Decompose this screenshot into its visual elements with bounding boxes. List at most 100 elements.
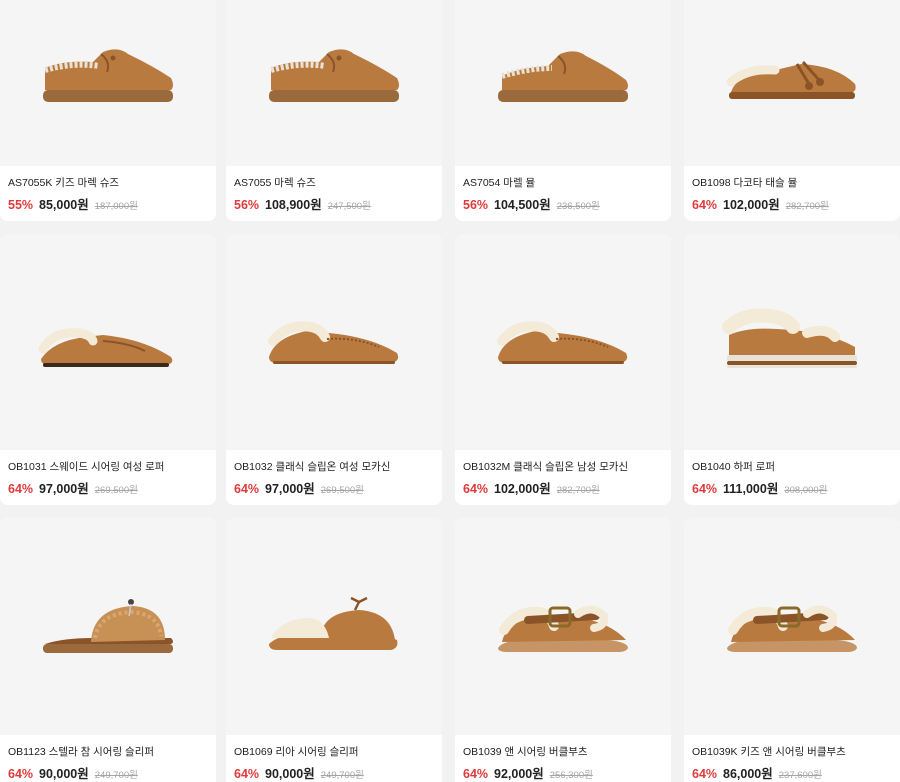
loafer-shearling-icon <box>38 328 173 367</box>
sale-price: 108,900원 <box>265 198 322 212</box>
product-card[interactable]: OB1040 하퍼 로퍼 64% 111,000원 308,000원 <box>684 234 900 505</box>
product-info: OB1069 리아 시어링 슬리퍼 64% 90,000원 249,700원 <box>226 735 442 782</box>
product-image[interactable] <box>0 518 216 735</box>
buckle-clog-icon <box>498 605 628 652</box>
discount-rate: 64% <box>692 767 718 781</box>
product-name[interactable]: OB1039 앤 시어링 버클부츠 <box>463 745 663 759</box>
sale-price: 85,000원 <box>39 198 89 212</box>
original-price: 256,300원 <box>549 770 593 781</box>
product-card[interactable]: AS7055 마렉 슈즈 56% 108,900원 247,500원 <box>226 0 442 221</box>
sale-price: 111,000원 <box>723 482 779 496</box>
price-row: 64% 90,000원 249,700원 <box>8 763 208 782</box>
product-name[interactable]: AS7055 마렉 슈즈 <box>234 176 434 190</box>
product-image[interactable] <box>684 518 900 735</box>
product-name[interactable]: OB1031 스웨이드 시어링 여성 로퍼 <box>8 460 208 474</box>
product-info: OB1031 스웨이드 시어링 여성 로퍼 64% 97,000원 269,50… <box>0 450 216 505</box>
product-info: AS7055 마렉 슈즈 56% 108,900원 247,500원 <box>226 166 442 221</box>
product-info: OB1032 클래식 슬립온 여성 모카신 64% 97,000원 269,50… <box>226 450 442 505</box>
buckle-clog-icon <box>727 605 857 652</box>
product-name[interactable]: AS7055K 키즈 마렉 슈즈 <box>8 176 208 190</box>
sale-price: 102,000원 <box>723 198 780 212</box>
product-card[interactable]: OB1032M 클래식 슬립온 남성 모카신 64% 102,000원 282,… <box>455 234 671 505</box>
product-info: OB1039 앤 시어링 버클부츠 64% 92,000원 256,300원 <box>455 735 671 782</box>
product-card[interactable]: OB1098 다코타 태슬 뮬 64% 102,000원 282,700원 <box>684 0 900 221</box>
product-info: OB1123 스텔라 참 시어링 슬리퍼 64% 90,000원 249,700… <box>0 735 216 782</box>
price-row: 64% 97,000원 269,500원 <box>8 478 208 497</box>
platform-loafer-icon <box>722 308 857 368</box>
product-card[interactable]: OB1123 스텔라 참 시어링 슬리퍼 64% 90,000원 249,700… <box>0 518 216 782</box>
shoe-moc-laced-icon <box>43 49 173 102</box>
product-grid: AS7055K 키즈 마렉 슈즈 55% 85,000원 187,000원 AS… <box>0 0 900 782</box>
product-image[interactable] <box>684 234 900 450</box>
sale-price: 102,000원 <box>494 482 551 496</box>
discount-rate: 64% <box>692 198 718 212</box>
product-name[interactable]: OB1039K 키즈 앤 시어링 버클부츠 <box>692 745 892 759</box>
shearling-slipper-icon <box>269 596 398 650</box>
price-row: 64% 97,000원 269,500원 <box>234 478 434 497</box>
product-card[interactable]: AS7055K 키즈 마렉 슈즈 55% 85,000원 187,000원 <box>0 0 216 221</box>
sale-price: 90,000원 <box>39 767 89 781</box>
price-row: 64% 92,000원 256,300원 <box>463 763 663 782</box>
price-row: 64% 111,000원 308,000원 <box>692 478 892 497</box>
original-price: 282,700원 <box>785 201 829 212</box>
product-card[interactable]: AS7054 마렐 뮬 56% 104,500원 236,500원 <box>455 0 671 221</box>
sale-price: 92,000원 <box>494 767 544 781</box>
price-row: 64% 102,000원 282,700원 <box>692 194 892 213</box>
original-price: 269,500원 <box>320 485 364 496</box>
product-name[interactable]: OB1032 클래식 슬립온 여성 모카신 <box>234 460 434 474</box>
product-image[interactable] <box>455 234 671 450</box>
product-image[interactable] <box>684 0 900 166</box>
discount-rate: 64% <box>234 482 260 496</box>
product-name[interactable]: AS7054 마렐 뮬 <box>463 176 663 190</box>
original-price: 247,500원 <box>327 201 371 212</box>
discount-rate: 64% <box>463 767 489 781</box>
original-price: 269,500원 <box>94 485 138 496</box>
product-name[interactable]: OB1032M 클래식 슬립온 남성 모카신 <box>463 460 663 474</box>
original-price: 187,000원 <box>94 201 138 212</box>
product-name[interactable]: OB1040 하퍼 로퍼 <box>692 460 892 474</box>
product-name[interactable]: OB1098 다코타 태슬 뮬 <box>692 176 892 190</box>
product-info: OB1032M 클래식 슬립온 남성 모카신 64% 102,000원 282,… <box>455 450 671 505</box>
product-card[interactable]: OB1069 리아 시어링 슬리퍼 64% 90,000원 249,700원 <box>226 518 442 782</box>
original-price: 249,700원 <box>320 770 364 781</box>
shoe-moc-laced-icon <box>269 49 399 102</box>
product-card[interactable]: OB1039 앤 시어링 버클부츠 64% 92,000원 256,300원 <box>455 518 671 782</box>
moccasin-shearling-icon <box>497 321 628 364</box>
price-row: 64% 86,000원 237,600원 <box>692 763 892 782</box>
price-row: 55% 85,000원 187,000원 <box>8 194 208 213</box>
price-row: 64% 102,000원 282,700원 <box>463 478 663 497</box>
price-row: 56% 108,900원 247,500원 <box>234 194 434 213</box>
product-name[interactable]: OB1069 리아 시어링 슬리퍼 <box>234 745 434 759</box>
product-card[interactable]: OB1039K 키즈 앤 시어링 버클부츠 64% 86,000원 237,60… <box>684 518 900 782</box>
sale-price: 90,000원 <box>265 767 315 781</box>
product-name[interactable]: OB1123 스텔라 참 시어링 슬리퍼 <box>8 745 208 759</box>
discount-rate: 55% <box>8 198 34 212</box>
product-image[interactable] <box>226 518 442 735</box>
moccasin-shearling-icon <box>268 321 399 364</box>
product-image[interactable] <box>226 0 442 166</box>
original-price: 282,700원 <box>556 485 600 496</box>
discount-rate: 64% <box>234 767 260 781</box>
product-image[interactable] <box>0 0 216 166</box>
discount-rate: 64% <box>463 482 489 496</box>
product-info: OB1040 하퍼 로퍼 64% 111,000원 308,000원 <box>684 450 900 505</box>
product-info: AS7055K 키즈 마렉 슈즈 55% 85,000원 187,000원 <box>0 166 216 221</box>
product-card[interactable]: OB1031 스웨이드 시어링 여성 로퍼 64% 97,000원 269,50… <box>0 234 216 505</box>
product-info: AS7054 마렐 뮬 56% 104,500원 236,500원 <box>455 166 671 221</box>
product-image[interactable] <box>455 518 671 735</box>
mule-tassel-icon <box>726 61 856 99</box>
original-price: 249,700원 <box>94 770 138 781</box>
product-info: OB1098 다코타 태슬 뮬 64% 102,000원 282,700원 <box>684 166 900 221</box>
product-card[interactable]: OB1032 클래식 슬립온 여성 모카신 64% 97,000원 269,50… <box>226 234 442 505</box>
sale-price: 97,000원 <box>265 482 315 496</box>
product-image[interactable] <box>0 234 216 450</box>
original-price: 308,000원 <box>784 485 828 496</box>
sale-price: 97,000원 <box>39 482 89 496</box>
discount-rate: 64% <box>8 767 34 781</box>
product-image[interactable] <box>226 234 442 450</box>
product-image[interactable] <box>455 0 671 166</box>
discount-rate: 56% <box>463 198 489 212</box>
discount-rate: 64% <box>692 482 718 496</box>
sale-price: 86,000원 <box>723 767 773 781</box>
mule-laced-icon <box>498 51 628 102</box>
